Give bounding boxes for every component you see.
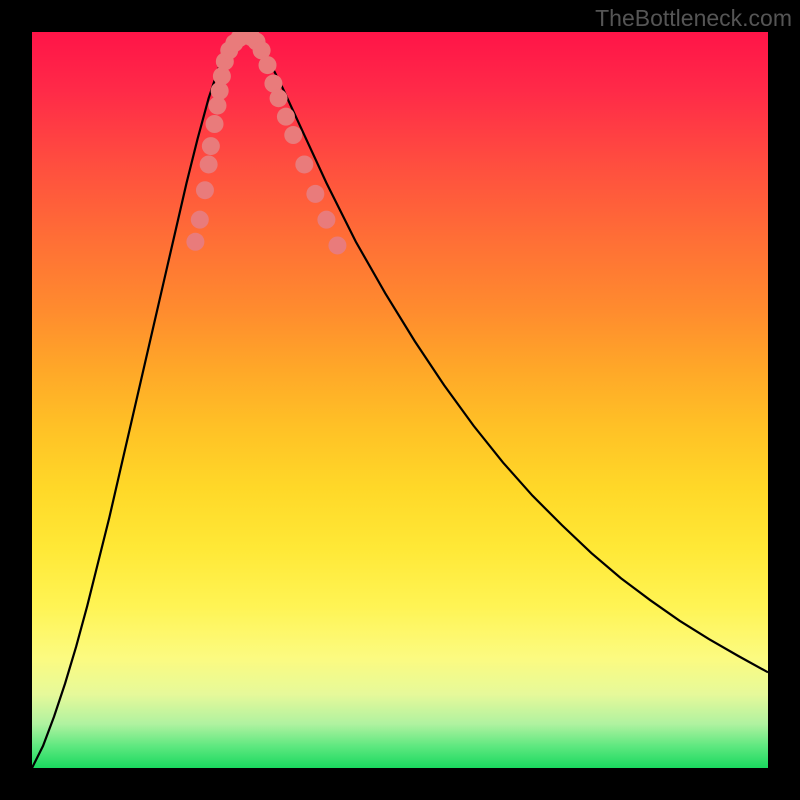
watermark-text: TheBottleneck.com <box>595 5 792 32</box>
chart-scatter-point <box>200 155 218 173</box>
chart-scatter-point <box>284 126 302 144</box>
chart-scatter-point <box>191 211 209 229</box>
chart-scatter-point <box>202 137 220 155</box>
chart-scatter-point <box>206 115 224 133</box>
chart-curve-right <box>242 34 768 672</box>
chart-scatter-point <box>270 89 288 107</box>
chart-scatter-point <box>295 155 313 173</box>
chart-scatter-point <box>259 56 277 74</box>
chart-overlay-svg <box>32 32 768 768</box>
chart-scatter-point <box>186 233 204 251</box>
chart-scatter-point <box>317 211 335 229</box>
chart-plot-area <box>32 32 768 768</box>
chart-scatter-point <box>277 108 295 126</box>
chart-scatter-point <box>196 181 214 199</box>
chart-scatter-point <box>306 185 324 203</box>
chart-scatter-group <box>186 32 346 254</box>
chart-scatter-point <box>328 236 346 254</box>
